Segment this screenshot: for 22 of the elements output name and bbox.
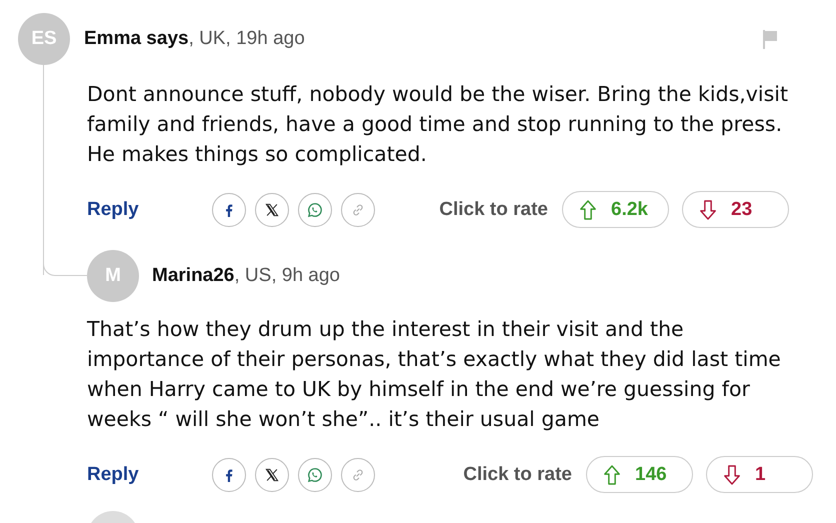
rate-label: Click to rate: [439, 198, 548, 220]
rate-label: Click to rate: [463, 464, 572, 486]
reply-link[interactable]: Reply: [87, 464, 212, 486]
arrow-up-icon: [603, 464, 621, 486]
comment-text: Dont announce stuff, nobody would be the wiser. Bring the kids,visit family and friends, have a good time and stop running to the press. He makes things so complicated.: [87, 81, 790, 168]
whatsapp-icon[interactable]: [298, 458, 332, 492]
arrow-up-icon: [579, 198, 597, 220]
reply-link[interactable]: Reply: [87, 198, 212, 220]
x-icon[interactable]: [255, 458, 289, 492]
arrow-down-icon: [699, 198, 717, 220]
upvote-button[interactable]: 146: [586, 456, 693, 493]
downvote-button[interactable]: 23: [682, 191, 789, 228]
comment-text: That’s how they drum up the interest in their visit and the importance of their personas, that’s exactly what they did last time when Harry came to UK by himself in the end we’re guessing for weeks “ will she won’t she”.. it’s their usual game: [87, 316, 782, 433]
comment-author: Emma says, UK, 19h ago: [84, 28, 305, 50]
x-icon[interactable]: [255, 192, 289, 226]
downvote-button[interactable]: 1: [706, 456, 813, 493]
arrow-down-icon: [723, 464, 741, 486]
upvote-button[interactable]: 6.2k: [562, 191, 669, 228]
facebook-icon[interactable]: [212, 192, 246, 226]
comment-author: Marina26, US, 9h ago: [152, 265, 340, 287]
facebook-icon[interactable]: [212, 458, 246, 492]
whatsapp-icon[interactable]: [298, 192, 332, 226]
